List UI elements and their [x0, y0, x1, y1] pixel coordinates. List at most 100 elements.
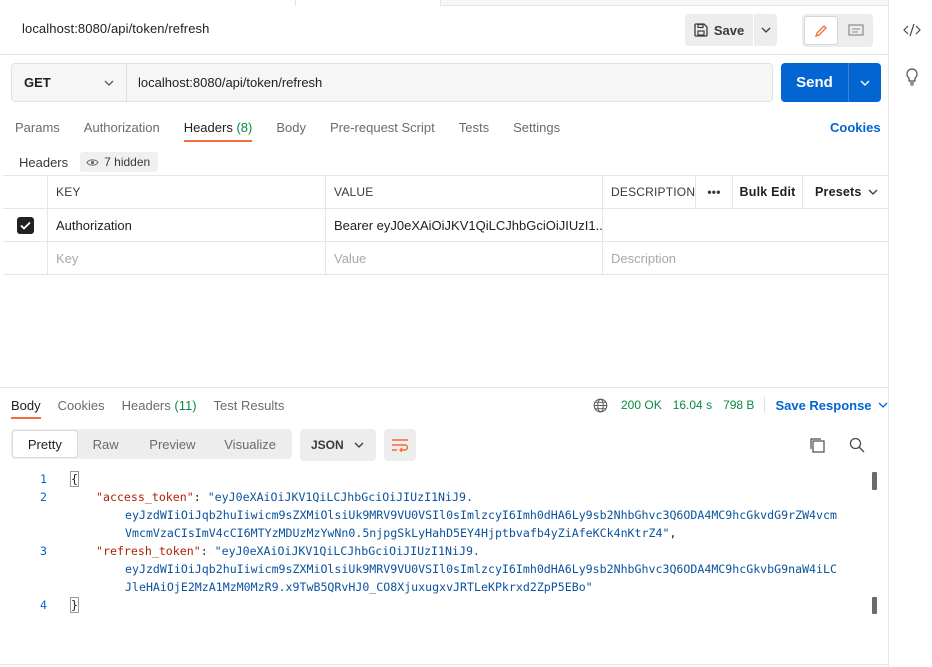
- hidden-headers-label: 7 hidden: [104, 155, 151, 169]
- view-mode-selector: Pretty Raw Preview Visualize: [11, 429, 292, 459]
- search-icon[interactable]: [848, 436, 866, 454]
- code-line: "access_token": "eyJ0eXAiOiJKV1QiLCJhbGc…: [96, 490, 473, 504]
- close-brace: }: [70, 597, 79, 613]
- url-input[interactable]: localhost:8080/api/token/refresh: [127, 64, 772, 101]
- view-pretty[interactable]: Pretty: [13, 431, 77, 457]
- new-value-input[interactable]: Value: [326, 242, 603, 274]
- save-response-label: Save Response: [775, 397, 872, 413]
- response-body-code[interactable]: 1 2 3 4 { "access_token": "eyJ0eXAiOiJKV…: [3, 470, 877, 620]
- comment-mode-button[interactable]: [840, 16, 871, 45]
- header-description-cell[interactable]: [603, 209, 888, 241]
- response-size[interactable]: 798 B: [723, 398, 754, 412]
- edit-mode-button[interactable]: [804, 16, 838, 45]
- save-response-button[interactable]: Save Response: [775, 397, 888, 413]
- more-options-button[interactable]: •••: [696, 176, 733, 208]
- request-title[interactable]: localhost:8080/api/token/refresh: [22, 21, 210, 36]
- header-key-cell[interactable]: Authorization: [48, 209, 326, 241]
- check-icon: [19, 221, 31, 230]
- view-raw[interactable]: Raw: [77, 431, 135, 457]
- json-key: "access_token": [96, 490, 194, 504]
- response-meta: 200 OK 16.04 s 798 B Save Response: [593, 397, 888, 413]
- new-description-input[interactable]: Description: [603, 242, 888, 274]
- method-value: GET: [24, 75, 51, 90]
- line-number: 4: [40, 598, 47, 612]
- tab-strip: [0, 0, 888, 6]
- table-header-row: KEY VALUE DESCRIPTION ••• Bulk Edit Pres…: [3, 175, 888, 209]
- code-line: }: [70, 596, 79, 614]
- line-number: 3: [40, 544, 47, 558]
- line-number: 2: [40, 490, 47, 504]
- active-request-tab[interactable]: [295, 0, 440, 6]
- tab-response-body[interactable]: Body: [11, 398, 41, 419]
- send-button[interactable]: Send: [781, 63, 848, 102]
- tab-test-results[interactable]: Test Results: [214, 398, 285, 413]
- cookies-link[interactable]: Cookies: [830, 120, 881, 135]
- header-value-cell[interactable]: Bearer eyJ0eXAiOiJKV1QiLCJhbGciOiJIUzI1.…: [326, 209, 603, 241]
- wrap-lines-button[interactable]: [384, 429, 416, 461]
- view-preview[interactable]: Preview: [135, 431, 211, 457]
- response-time[interactable]: 16.04 s: [673, 398, 712, 412]
- save-options-button[interactable]: [754, 14, 777, 46]
- code-line-wrap: VmcmVzaCIsImV4cCI6MTYzMDUzMzYwNn0.5njpgS…: [125, 526, 677, 540]
- lightbulb-icon: [906, 68, 918, 86]
- format-value: JSON: [311, 438, 344, 452]
- json-key: "refresh_token": [96, 544, 201, 558]
- json-string: VmcmVzaCIsImV4cCI6MTYzMDUzMzYwNn0.5njpgS…: [125, 526, 670, 540]
- bulk-edit-button[interactable]: Bulk Edit: [733, 176, 803, 208]
- tab-response-cookies[interactable]: Cookies: [58, 398, 105, 413]
- save-button-group: Save: [685, 14, 777, 46]
- status-code[interactable]: 200 OK: [621, 398, 662, 412]
- bottom-divider: [0, 664, 888, 665]
- send-options-button[interactable]: [849, 63, 881, 102]
- open-brace: {: [70, 471, 79, 487]
- globe-icon[interactable]: [593, 398, 608, 413]
- code-icon: [903, 23, 921, 37]
- tab-tests[interactable]: Tests: [459, 120, 489, 142]
- code-line: "refresh_token": "eyJ0eXAiOiJKV1QiLCJhbG…: [96, 544, 480, 558]
- save-icon: [694, 23, 708, 37]
- table-row: Authorization Bearer eyJ0eXAiOiJKV1QiLCJ…: [3, 209, 888, 242]
- save-button[interactable]: Save: [685, 14, 753, 46]
- mode-toggle: [802, 14, 873, 47]
- hidden-headers-toggle[interactable]: 7 hidden: [80, 152, 159, 172]
- tab-body[interactable]: Body: [276, 120, 306, 142]
- copy-icon[interactable]: [808, 436, 826, 454]
- info-button[interactable]: [902, 67, 922, 87]
- view-visualize[interactable]: Visualize: [210, 431, 290, 457]
- send-button-group: Send: [781, 63, 881, 102]
- row-enable-checkbox[interactable]: [3, 209, 48, 241]
- divider: [0, 54, 888, 55]
- pencil-icon: [814, 24, 827, 37]
- new-key-input[interactable]: Key: [48, 242, 326, 274]
- headers-section-title: Headers: [19, 154, 69, 170]
- chevron-down-icon: [104, 80, 114, 86]
- tab-response-headers[interactable]: Headers (11): [122, 398, 197, 413]
- tab-params[interactable]: Params: [15, 120, 60, 142]
- checkbox-checked: [16, 216, 34, 234]
- tab-pre-request-script[interactable]: Pre-request Script: [330, 120, 435, 142]
- format-select[interactable]: JSON: [300, 429, 376, 461]
- table-row-empty: Key Value Description: [3, 242, 888, 275]
- column-key: KEY: [48, 176, 326, 208]
- tab-headers[interactable]: Headers (8): [183, 120, 252, 142]
- request-tabs: Params Authorization Headers (8) Body Pr…: [15, 120, 584, 142]
- line-number: 1: [40, 472, 47, 486]
- json-string: "eyJ0eXAiOiJKV1QiLCJhbGciOiJIUzI1NiJ9.: [207, 490, 473, 504]
- wrap-lines-icon: [392, 439, 409, 452]
- column-value: VALUE: [326, 176, 603, 208]
- scrollbar-top[interactable]: [872, 472, 877, 490]
- code-line-wrap: JleHAiOjE2MzA1MzM0MzR9.x9TwB5QRvHJ0_CO8X…: [125, 580, 593, 594]
- request-url-bar: GET localhost:8080/api/token/refresh: [11, 63, 773, 102]
- eye-icon: [86, 158, 99, 166]
- presets-dropdown[interactable]: Presets: [803, 176, 888, 208]
- scrollbar-bottom[interactable]: [872, 597, 877, 614]
- request-tab[interactable]: [440, 0, 888, 6]
- save-label: Save: [713, 22, 745, 38]
- tab-settings[interactable]: Settings: [513, 120, 560, 142]
- tab-authorization[interactable]: Authorization: [84, 120, 160, 142]
- code-snippet-button[interactable]: [902, 20, 922, 40]
- presets-label: Presets: [815, 185, 862, 199]
- response-divider[interactable]: [0, 387, 888, 388]
- method-select[interactable]: GET: [12, 64, 127, 101]
- chevron-down-icon: [761, 27, 770, 33]
